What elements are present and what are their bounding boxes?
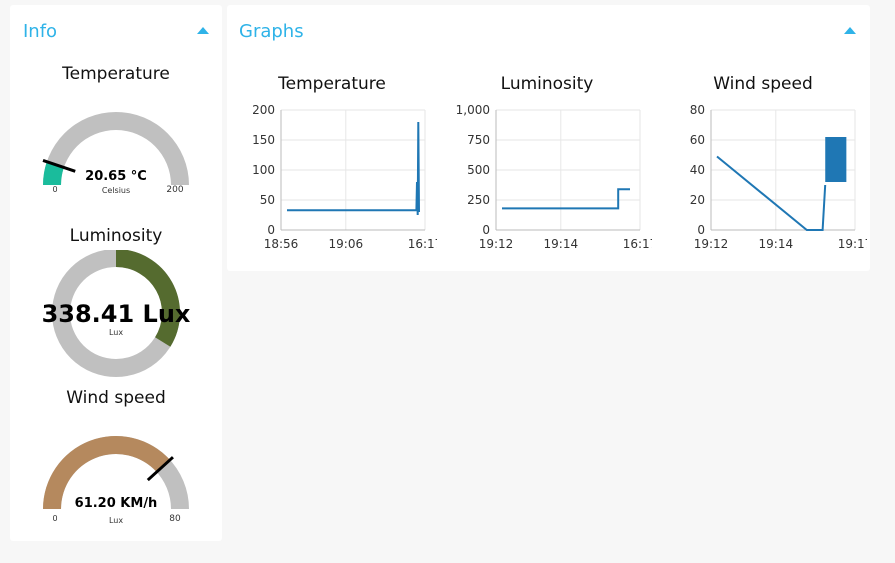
wind-speed-max: 80	[169, 514, 181, 524]
temperature-value: 20.65 °C	[85, 169, 147, 184]
wind-speed-chart: 80 60 40 20 019:12 19:14 19:17	[690, 103, 867, 251]
temperature-gauge: 20.65 °C Celsius 0 200	[42, 112, 189, 195]
temperature-unit: Celsius	[102, 186, 130, 195]
info-card-title: Info	[23, 21, 58, 42]
luminosity-chart-xtick-label: 16:17	[623, 237, 652, 251]
temperature-chart-ytick-label: 150	[252, 133, 275, 147]
temperature-chart-ytick-label: 100	[252, 163, 275, 177]
luminosity-chart-title: Luminosity	[500, 74, 594, 94]
wind-speed-gauge-title: Wind speed	[66, 388, 166, 408]
luminosity-chart-ytick-label: 250	[467, 193, 490, 207]
wind-speed-chart-ytick-label: 40	[690, 163, 705, 177]
temperature-chart-xtick-label: 18:56	[264, 237, 299, 251]
wind-speed-chart-title: Wind speed	[713, 74, 813, 94]
temperature-min: 0	[52, 185, 57, 194]
wind-speed-chart-noise-band	[825, 137, 847, 182]
wind-speed-min: 0	[52, 514, 57, 523]
wind-speed-gauge: 61.20 KM/h Lux 0 80	[43, 436, 189, 525]
temperature-chart-xtick-label: 16:17	[408, 237, 437, 251]
luminosity-unit: Lux	[109, 328, 123, 337]
luminosity-gauge-title: Luminosity	[69, 226, 163, 246]
temperature-chart-series-line	[287, 121, 420, 216]
temperature-chart-ytick-label: 50	[260, 193, 275, 207]
collapse-up-icon[interactable]	[197, 27, 209, 34]
luminosity-chart-xtick-label: 19:12	[479, 237, 514, 251]
luminosity-chart-xtick-label: 19:14	[544, 237, 579, 251]
luminosity-gauge: 338.41 Lux Lux	[42, 250, 191, 377]
wind-speed-chart-ytick-label: 0	[697, 223, 705, 237]
wind-speed-chart-xtick-label: 19:12	[694, 237, 729, 251]
wind-speed-value: 61.20 KM/h	[75, 496, 158, 511]
temperature-max: 200	[166, 185, 183, 195]
wind-speed-chart-ytick-label: 60	[690, 133, 705, 147]
temperature-gauge-title: Temperature	[62, 64, 170, 84]
luminosity-chart-ytick-label: 0	[482, 223, 490, 237]
temperature-chart-xtick-label: 19:06	[329, 237, 364, 251]
temperature-chart-ytick-label: 200	[252, 103, 275, 117]
temperature-chart: 200 150 100 50 018:56 19:06 16:17	[252, 103, 437, 251]
wind-speed-chart-ytick-label: 80	[690, 103, 705, 117]
wind-speed-chart-series-line	[716, 155, 827, 231]
luminosity-value: 338.41 Lux	[42, 300, 191, 328]
wind-speed-chart-xtick-label: 19:17	[838, 237, 867, 251]
luminosity-chart-ytick-label: 1,000	[456, 103, 490, 117]
wind-speed-chart-xtick-label: 19:14	[759, 237, 794, 251]
info-card: Info Temperature 20.65 °C Celsius 0 200 …	[10, 5, 222, 541]
temperature-chart-title: Temperature	[278, 74, 386, 94]
wind-speed-unit: Lux	[109, 516, 123, 525]
collapse-up-icon[interactable]	[844, 27, 856, 34]
luminosity-chart-ytick-label: 500	[467, 163, 490, 177]
temperature-chart-ytick-label: 0	[267, 223, 275, 237]
info-card-header[interactable]: Info	[10, 5, 222, 55]
graphs-card-header[interactable]: Graphs	[227, 5, 870, 55]
wind-speed-chart-ytick-label: 20	[690, 193, 705, 207]
graphs-card-title: Graphs	[239, 21, 304, 42]
luminosity-chart-series-line	[502, 188, 630, 210]
luminosity-chart-ytick-label: 750	[467, 133, 490, 147]
graphs-card: Graphs Temperature 200 150 100 50 0 18:56 19:0…	[227, 5, 870, 271]
luminosity-chart: 1,000 750 500 250 019:12 19:14 16:17	[456, 103, 652, 251]
